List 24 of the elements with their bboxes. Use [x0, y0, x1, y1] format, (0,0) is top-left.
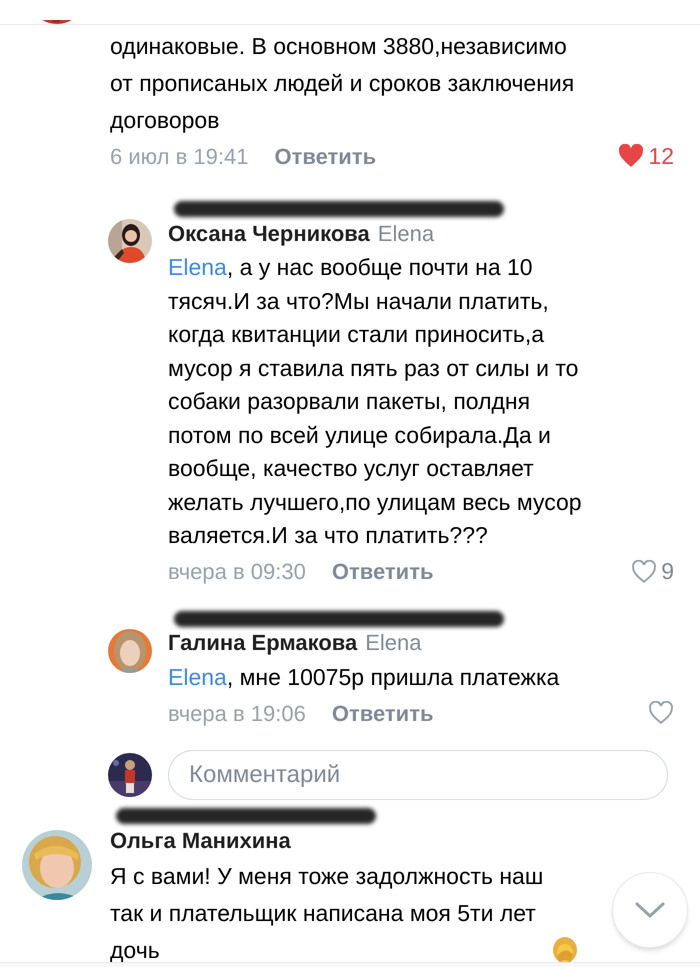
- comment-time: вчера в 19:06: [168, 700, 306, 728]
- heart-icon[interactable]: [648, 701, 674, 725]
- comment-field[interactable]: Комментарий: [168, 750, 668, 800]
- author-name: Ольга Манихина: [110, 826, 291, 854]
- like-count: 12: [648, 142, 674, 171]
- reply-link[interactable]: Ответить: [332, 696, 434, 730]
- comment-time: вчера в 09:30: [168, 558, 306, 586]
- chevron-down-icon: [635, 902, 665, 918]
- author-name: Оксана Черникова: [168, 220, 370, 248]
- mention-link[interactable]: Elena: [168, 254, 227, 280]
- reply-link[interactable]: Ответить: [274, 140, 376, 172]
- reply-link[interactable]: Ответить: [332, 555, 434, 588]
- comment-text: Я с вами! У меня тоже задолжность наш так и плательщик написана моя 5ти лет дочь: [110, 862, 544, 965]
- comment-time: 6 июл в 19:41: [110, 142, 248, 170]
- addressee-name: Elena: [378, 220, 434, 248]
- heart-icon[interactable]: [618, 144, 644, 168]
- comment-text: одинаковые. В основном 3880,независимо от прописаных людей и сроков заключения договоров: [110, 32, 576, 135]
- author-name: Галина Ермакова: [168, 629, 358, 657]
- comment-text: Elena, а у нас вообще почти на 10 тясяч.И за что?Мы начали платить, когда квитанции стали приносить,а мусор я ставила пять раз от силы и то собаки разорвали пакеты, полдня потом по всей улице собирала.Да и вообще, качество услуг оставляет желать лучшего,по улицам весь мусор валяется.И за что платить???: [168, 253, 583, 550]
- like-count: 9: [661, 557, 674, 586]
- heart-icon[interactable]: [631, 560, 658, 584]
- comment-text: Elena, мне 10075р пришла платежка: [168, 662, 560, 692]
- addressee-name: Elena: [365, 629, 422, 657]
- mention-link[interactable]: Elena: [168, 664, 227, 690]
